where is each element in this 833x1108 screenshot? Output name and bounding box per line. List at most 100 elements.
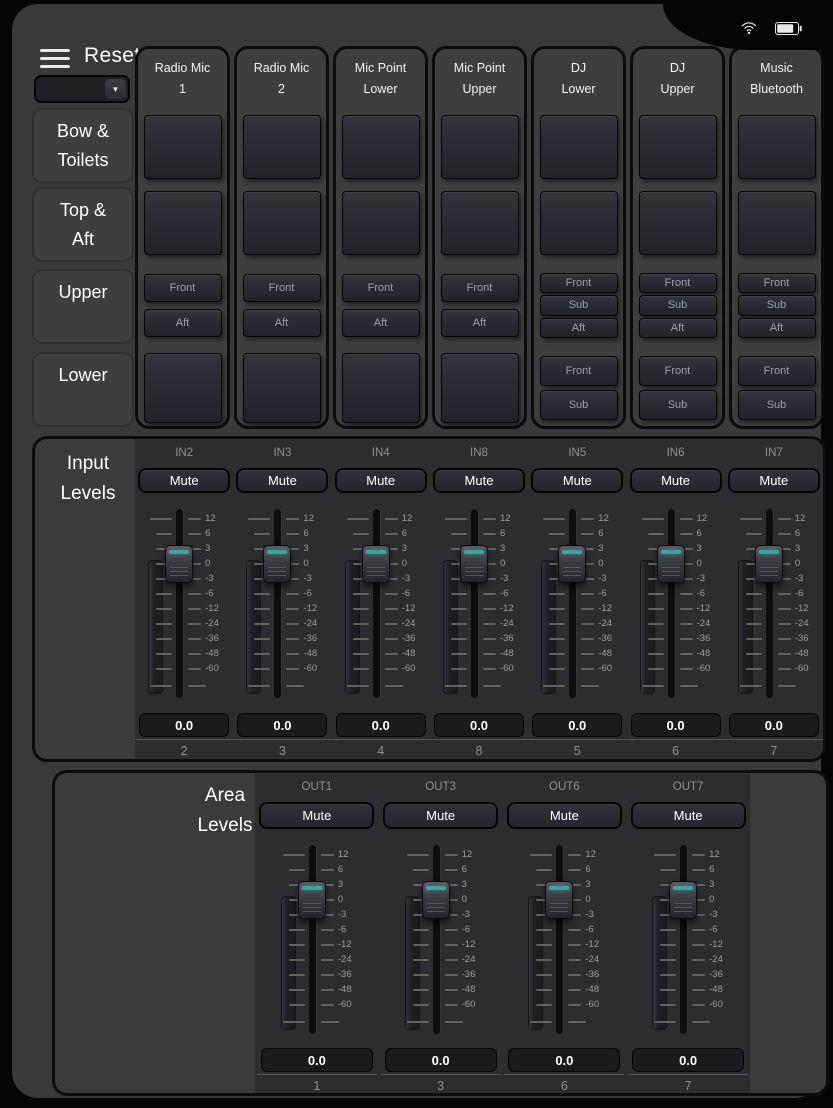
zone-button-aft[interactable]: Aft [639,318,717,339]
tick-mark [413,929,429,931]
fader-track[interactable] [433,845,440,1034]
tick-mark [188,685,206,687]
zone-button[interactable] [144,191,222,255]
zone-button-front[interactable]: Front [738,273,816,294]
chevron-down-icon[interactable]: ▼ [105,79,126,99]
zone-button[interactable] [441,191,519,255]
fader-knob[interactable] [669,881,697,919]
fader-knob-groove [465,575,483,576]
mute-button[interactable]: Mute [631,802,746,829]
zone-button[interactable] [144,115,222,179]
mute-button[interactable]: Mute [383,802,498,829]
zone-button-front[interactable]: Front [738,356,816,386]
fader-knob[interactable] [298,881,326,919]
zone-button-aft[interactable]: Aft [738,318,816,339]
zone-button-sub[interactable]: Sub [540,390,618,420]
mute-button[interactable]: Mute [630,468,722,493]
fader-knob[interactable] [422,881,450,919]
fader-track[interactable] [471,509,478,698]
fader-track[interactable] [569,509,576,698]
fader-track[interactable] [274,509,281,698]
fader-track[interactable] [309,845,316,1034]
tick-label: -24 [795,618,822,630]
fader-track[interactable] [176,509,183,698]
fader-knob[interactable] [460,545,488,583]
tick-mark [188,533,201,535]
fader-track[interactable] [668,509,675,698]
tick-label: -24 [697,618,724,630]
zone-button[interactable] [243,115,321,179]
mute-button[interactable]: Mute [138,468,230,493]
tick-label: 0 [585,894,612,906]
fader-knob[interactable] [165,545,193,583]
mute-button[interactable]: Mute [728,468,820,493]
tick-label: -36 [205,633,232,645]
zone-button[interactable] [738,115,816,179]
tick-mark [353,668,369,670]
input-channels-strip: IN2Mute12630-3-6-12-24-36-48-600.02IN3Mu… [135,439,823,759]
zone-button-front[interactable]: Front [342,274,420,302]
zone-button[interactable] [639,191,717,255]
tick-label: 3 [462,879,489,891]
mute-button[interactable]: Mute [335,468,427,493]
fader: 12630-3-6-12-24-36-48-60 [234,503,330,703]
zone-button-front[interactable]: Front [540,356,618,386]
level-value: 0.0 [261,1048,373,1072]
fader-track[interactable] [373,509,380,698]
zone-button-aft[interactable]: Aft [540,318,618,339]
fader-knob[interactable] [545,881,573,919]
zone-button-front[interactable]: Front [540,273,618,294]
fader-knob[interactable] [657,545,685,583]
zone-button-front[interactable]: Front [441,274,519,302]
zone-button-sub[interactable]: Sub [738,390,816,420]
zone-button-front[interactable]: Front [639,356,717,386]
zone-button-sub[interactable]: Sub [738,295,816,316]
zone-button[interactable] [144,353,222,423]
tick-mark [286,608,299,610]
zone-button[interactable] [441,115,519,179]
tick-mark [445,974,458,976]
fader-track[interactable] [556,845,563,1034]
menu-icon[interactable] [40,49,70,73]
reset-button[interactable]: Reset [84,44,140,68]
zone-button-front[interactable]: Front [243,274,321,302]
zone-button[interactable] [639,115,717,179]
zone-button-aft[interactable]: Aft [441,309,519,337]
tick-label: -48 [338,984,365,996]
zone-button[interactable] [342,115,420,179]
zone-button[interactable] [540,115,618,179]
fader: 12630-3-6-12-24-36-48-60 [431,503,527,703]
mute-button[interactable]: Mute [507,802,622,829]
zone-button-sub[interactable]: Sub [639,390,717,420]
zone-button[interactable] [243,191,321,255]
matrix-cell [534,109,623,185]
zone-button[interactable] [342,191,420,255]
zone-button-aft[interactable]: Aft [243,309,321,337]
zone-button-aft[interactable]: Aft [144,309,222,337]
channel-strip: IN2Mute12630-3-6-12-24-36-48-600.02 [135,439,233,759]
fader-track[interactable] [680,845,687,1034]
zone-button[interactable] [243,353,321,423]
preset-dropdown[interactable]: ▼ [34,75,130,103]
tick-label: -24 [585,954,612,966]
zone-button[interactable] [738,191,816,255]
zone-button[interactable] [441,353,519,423]
fader-knob[interactable] [558,545,586,583]
fader-knob[interactable] [362,545,390,583]
fader-track[interactable] [766,509,773,698]
mute-button[interactable]: Mute [236,468,328,493]
zone-button-aft[interactable]: Aft [342,309,420,337]
mute-button[interactable]: Mute [433,468,525,493]
zone-button-sub[interactable]: Sub [639,295,717,316]
matrix-column: DJLowerFrontSubAftFrontSub [531,46,626,429]
zone-button[interactable] [342,353,420,423]
zone-button[interactable] [540,191,618,255]
zone-button-sub[interactable]: Sub [540,295,618,316]
zone-button-front[interactable]: Front [639,273,717,294]
zone-button-front[interactable]: Front [144,274,222,302]
tick-mark [254,608,270,610]
tick-label: 3 [795,543,822,555]
fader-knob[interactable] [755,545,783,583]
mute-button[interactable]: Mute [531,468,623,493]
fader-knob[interactable] [263,545,291,583]
